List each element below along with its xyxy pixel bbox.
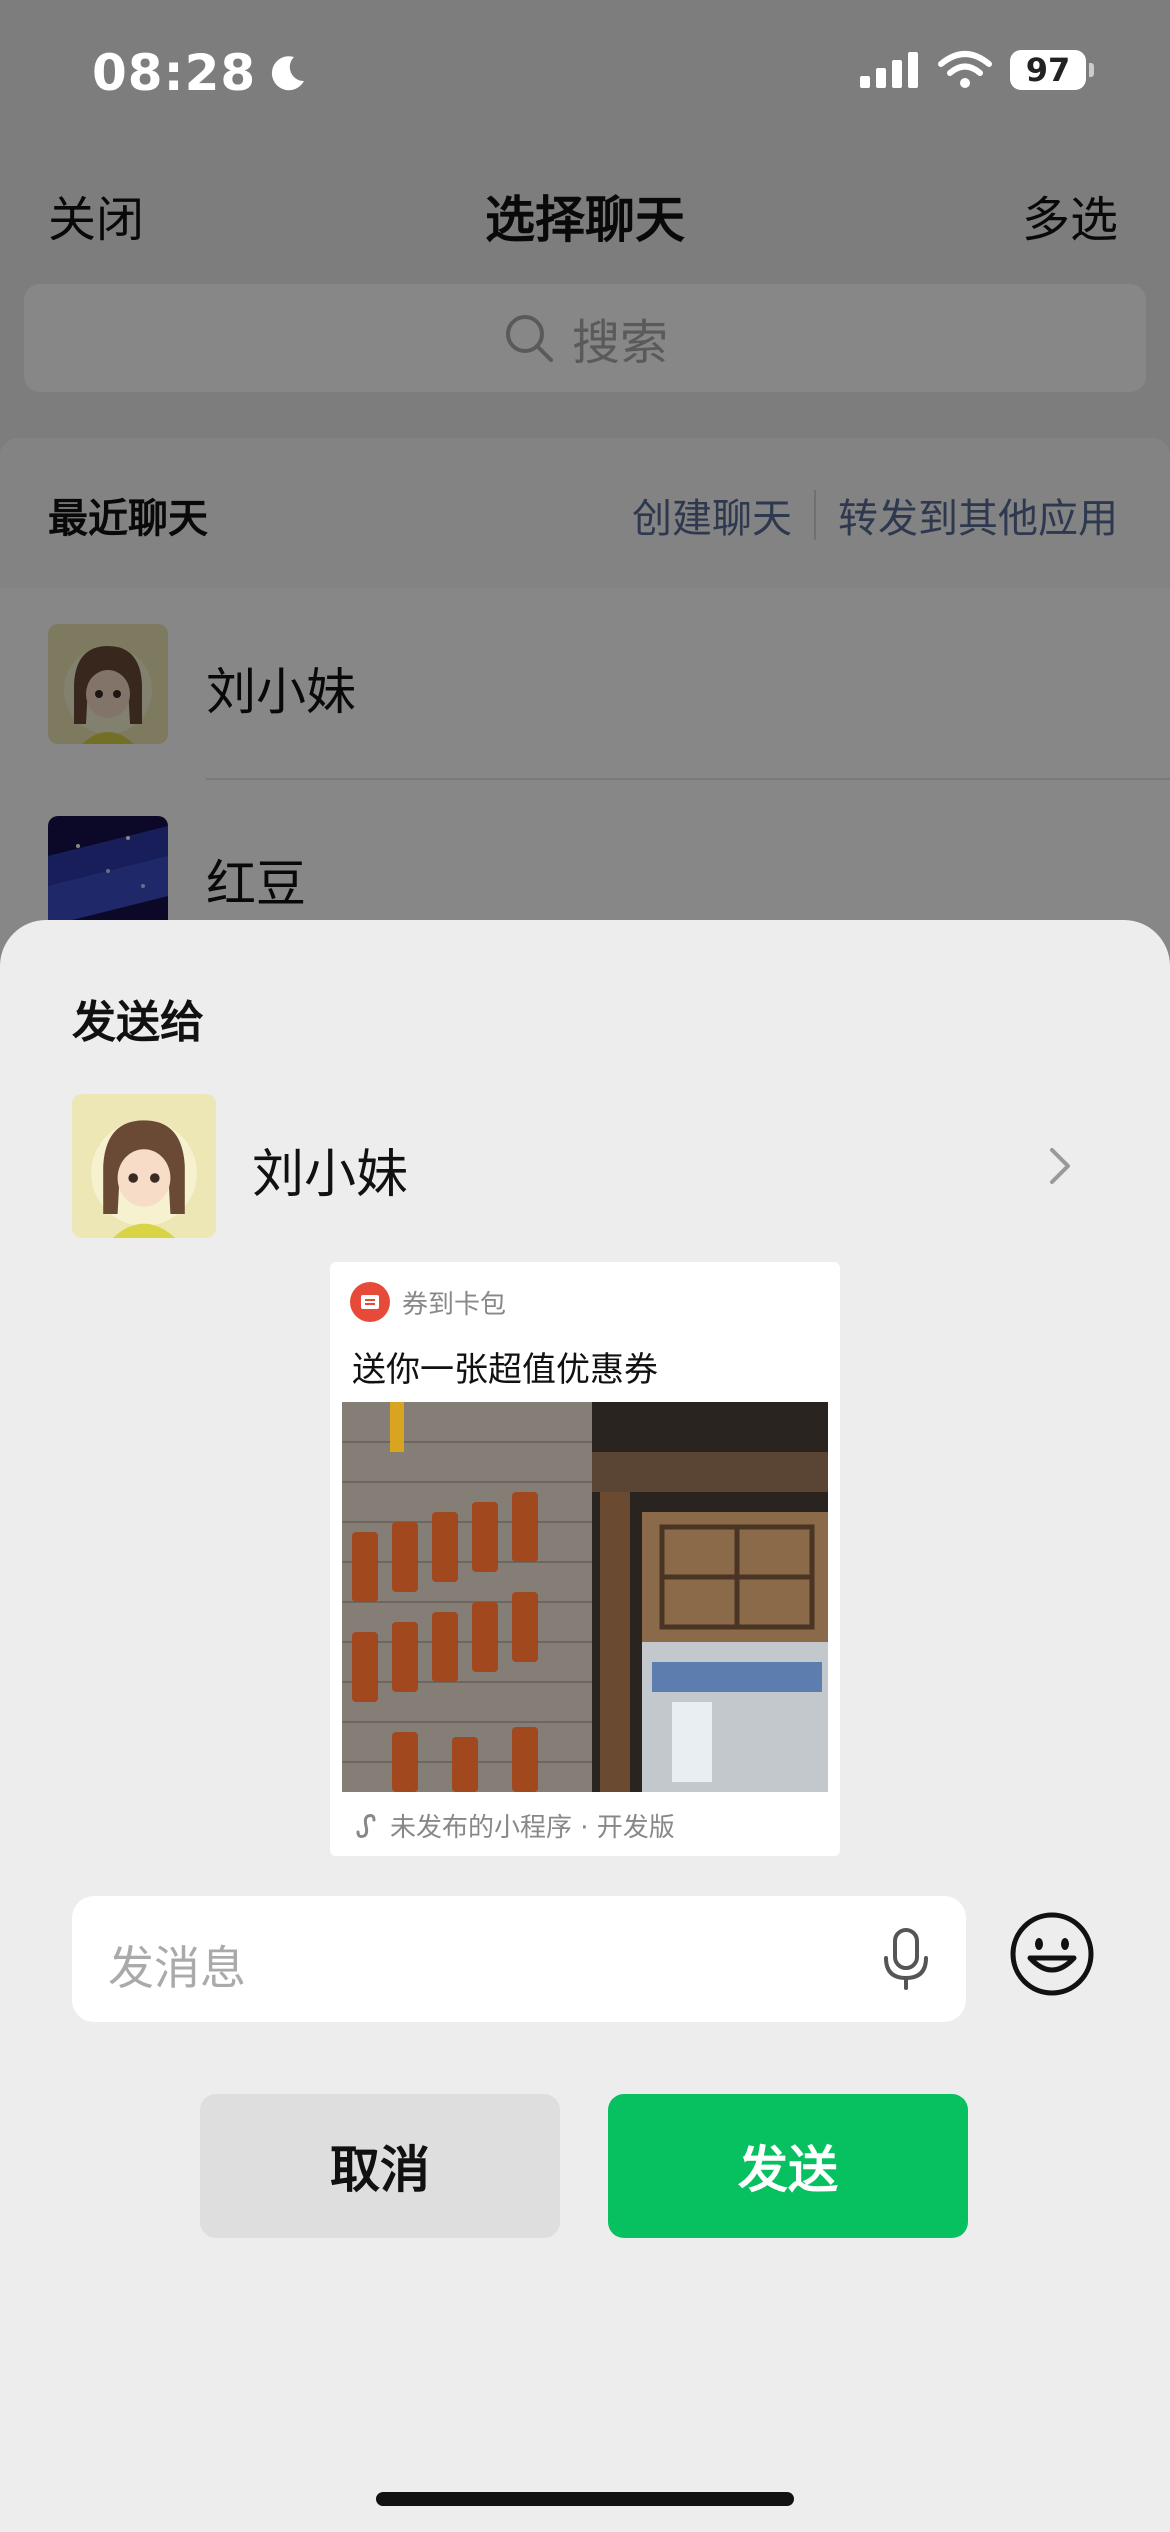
send-button[interactable]: 发送 [608, 2094, 968, 2238]
status-icons: 97 [860, 50, 1094, 90]
home-indicator[interactable] [376, 2492, 794, 2506]
card-title: 送你一张超值优惠券 [352, 1350, 658, 1390]
mini-program-card[interactable]: 券到卡包 送你一张超值优惠券 未发布的小程序 · 开发版 [330, 1262, 840, 1856]
moon-icon [272, 56, 305, 91]
status-time: 08:28 [92, 44, 308, 102]
recipient-name: 刘小妹 [252, 1145, 409, 1205]
message-input[interactable]: 发消息 [72, 1896, 966, 2022]
chevron-right-icon [1050, 1148, 1070, 1184]
wifi-icon [938, 51, 992, 88]
mini-program-icon [356, 1813, 376, 1838]
cancel-button[interactable]: 取消 [200, 2094, 560, 2238]
battery-icon: 97 [1010, 50, 1094, 90]
coupon-app-icon [350, 1282, 390, 1322]
card-footer: 未发布的小程序 · 开发版 [352, 1807, 675, 1844]
card-footer-text: 未发布的小程序 · 开发版 [390, 1813, 675, 1843]
emoji-icon[interactable] [1008, 1910, 1096, 1998]
microphone-icon[interactable] [882, 1928, 930, 1990]
send-to-sheet: 发送给 刘小妹 券到卡包 送你一张超值优惠券 未发布的小程序 · 开发版 发消息… [0, 920, 1170, 2532]
recipient-row[interactable]: 刘小妹 [72, 1094, 1098, 1238]
card-app-name: 券到卡包 [402, 1289, 507, 1320]
signal-icon [860, 52, 918, 88]
card-header: 券到卡包 [350, 1282, 506, 1322]
sheet-title: 发送给 [72, 997, 204, 1048]
status-bar: 08:28 97 [0, 0, 1170, 150]
message-placeholder: 发消息 [108, 1941, 246, 1995]
card-image [342, 1402, 828, 1792]
avatar [72, 1094, 216, 1238]
